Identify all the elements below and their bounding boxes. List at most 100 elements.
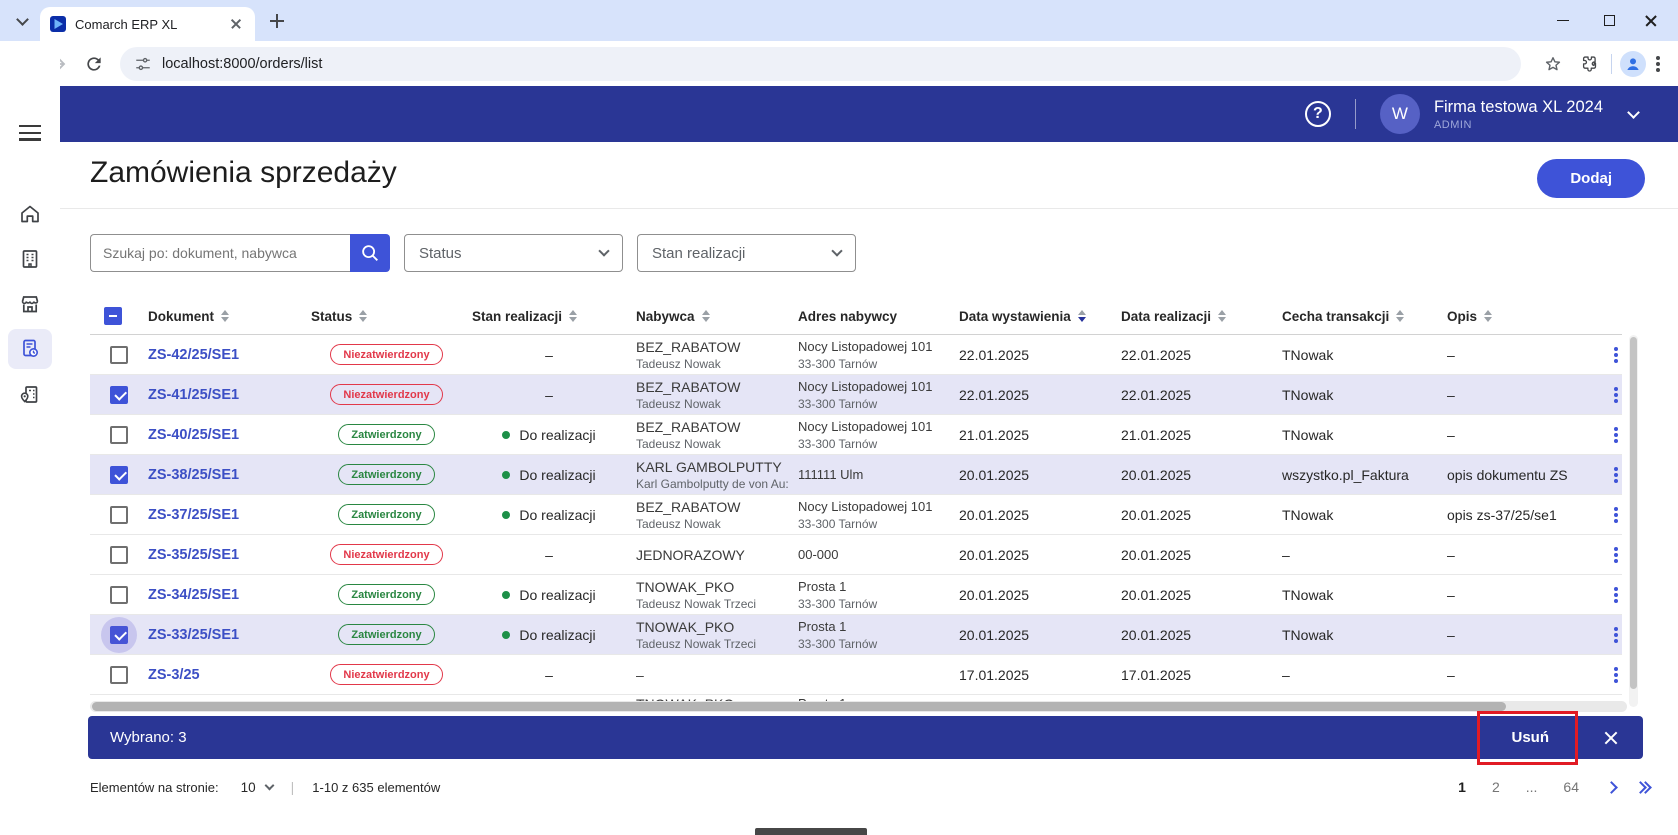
row-menu-kebab-icon[interactable]	[1614, 507, 1618, 523]
reload-icon[interactable]	[80, 50, 108, 78]
document-link[interactable]: ZS-38/25/SE1	[148, 467, 301, 483]
page-number[interactable]: ...	[1526, 779, 1538, 795]
row-checkbox[interactable]	[110, 466, 128, 484]
table-row[interactable]: ZS-42/25/SE1 Niezatwierdzony – BEZ_RABAT…	[90, 335, 1622, 375]
close-selection-icon[interactable]	[1601, 728, 1621, 748]
sidebar-item-orders-active[interactable]	[8, 329, 52, 369]
table-row[interactable]: ZS-41/25/SE1 Niezatwierdzony – BEZ_RABAT…	[90, 375, 1622, 415]
browser-tab[interactable]: Comarch ERP XL	[40, 7, 255, 41]
sidebar-item-warehouse[interactable]	[8, 374, 52, 414]
column-header[interactable]: Stan realizacji	[462, 309, 626, 324]
window-minimize-button[interactable]	[1540, 0, 1586, 41]
sort-icon[interactable]	[359, 310, 367, 323]
row-checkbox[interactable]	[110, 506, 128, 524]
row-menu-kebab-icon[interactable]	[1614, 587, 1618, 603]
tab-search-icon[interactable]	[10, 9, 34, 33]
sort-icon[interactable]	[1484, 310, 1492, 323]
sort-icon[interactable]	[702, 310, 710, 323]
table-row[interactable]: ZS-35/25/SE1 Niezatwierdzony – JEDNORAZO…	[90, 535, 1622, 575]
vertical-scrollbar[interactable]	[1629, 335, 1638, 707]
horizontal-scrollbar-thumb[interactable]	[92, 702, 1506, 711]
search-button[interactable]	[350, 234, 390, 272]
extensions-puzzle-icon[interactable]	[1575, 50, 1603, 78]
bookmark-star-icon[interactable]	[1539, 50, 1567, 78]
status-filter-select[interactable]: Status	[404, 234, 623, 272]
table-row[interactable]: ZS-38/25/SE1 Zatwierdzony Do realizacji …	[90, 455, 1622, 495]
window-close-button[interactable]	[1628, 0, 1674, 41]
row-checkbox[interactable]	[110, 386, 128, 404]
column-header[interactable]: Status	[301, 309, 462, 324]
horizontal-scrollbar[interactable]	[90, 701, 1627, 712]
row-menu-kebab-icon[interactable]	[1614, 467, 1618, 483]
browser-profile-avatar[interactable]	[1620, 51, 1646, 77]
transaction-trait: –	[1282, 667, 1437, 683]
sidebar-item-company[interactable]	[8, 239, 52, 279]
fulfillment-state: Do realizacji	[519, 507, 595, 523]
table-row[interactable]: ZS-33/25/SE1 Zatwierdzony Do realizacji …	[90, 615, 1622, 655]
row-checkbox[interactable]	[110, 666, 128, 684]
sort-icon[interactable]	[569, 310, 577, 323]
company-selector[interactable]: Firma testowa XL 2024 ADMIN	[1434, 98, 1603, 131]
chevron-down-icon[interactable]	[1627, 106, 1640, 119]
vertical-scrollbar-thumb[interactable]	[1630, 337, 1637, 689]
transaction-trait: wszystko.pl_Faktura	[1282, 467, 1437, 483]
per-page-select[interactable]: 10	[241, 780, 273, 795]
document-link[interactable]: ZS-34/25/SE1	[148, 587, 301, 603]
table-row[interactable]: ZS-40/25/SE1 Zatwierdzony Do realizacji …	[90, 415, 1622, 455]
column-header[interactable]: Cecha transakcji	[1272, 309, 1437, 324]
sort-icon[interactable]	[1218, 310, 1226, 323]
column-header[interactable]: Data wystawienia	[949, 309, 1111, 324]
table-row[interactable]: ZS-3/25 Niezatwierdzony – – 17.01.2025 1…	[90, 655, 1622, 695]
row-menu-kebab-icon[interactable]	[1614, 347, 1618, 363]
user-avatar[interactable]: W	[1380, 94, 1420, 134]
row-checkbox[interactable]	[110, 626, 128, 644]
sidebar-item-store[interactable]	[8, 284, 52, 324]
next-page-icon[interactable]	[1607, 783, 1616, 792]
column-header[interactable]: Opis	[1437, 309, 1576, 324]
sidebar-item-home[interactable]	[8, 194, 52, 234]
document-link[interactable]: ZS-33/25/SE1	[148, 627, 301, 643]
url-bar[interactable]: localhost:8000/orders/list	[120, 47, 1521, 81]
site-settings-icon[interactable]	[134, 55, 152, 73]
browser-menu-kebab-icon[interactable]	[1656, 56, 1660, 72]
new-tab-button[interactable]	[268, 12, 286, 30]
document-link[interactable]: ZS-37/25/SE1	[148, 507, 301, 523]
row-checkbox[interactable]	[110, 546, 128, 564]
document-link[interactable]: ZS-40/25/SE1	[148, 427, 301, 443]
hamburger-menu-icon[interactable]	[8, 113, 52, 153]
document-link[interactable]: ZS-35/25/SE1	[148, 547, 301, 563]
sort-icon[interactable]	[1396, 310, 1404, 323]
column-header[interactable]: Dokument	[138, 309, 301, 324]
tab-close-icon[interactable]	[227, 15, 245, 33]
search-input[interactable]	[90, 234, 350, 272]
document-link[interactable]: ZS-42/25/SE1	[148, 347, 301, 363]
document-link[interactable]: ZS-41/25/SE1	[148, 387, 301, 403]
row-checkbox[interactable]	[110, 586, 128, 604]
sort-icon[interactable]	[221, 310, 229, 323]
row-menu-kebab-icon[interactable]	[1614, 627, 1618, 643]
stan-filter-select[interactable]: Stan realizacji	[637, 234, 856, 272]
last-page-icon[interactable]	[1636, 783, 1650, 792]
row-checkbox[interactable]	[110, 346, 128, 364]
table-row[interactable]: ZS-34/25/SE1 Zatwierdzony Do realizacji …	[90, 575, 1622, 615]
help-icon[interactable]: ?	[1305, 101, 1331, 127]
url-text: localhost:8000/orders/list	[162, 56, 322, 72]
row-checkbox[interactable]	[110, 426, 128, 444]
table-row[interactable]: ZS-37/25/SE1 Zatwierdzony Do realizacji …	[90, 495, 1622, 535]
row-menu-kebab-icon[interactable]	[1614, 547, 1618, 563]
column-header[interactable]: Nabywca	[626, 309, 788, 324]
window-maximize-button[interactable]	[1586, 0, 1632, 41]
row-menu-kebab-icon[interactable]	[1614, 427, 1618, 443]
document-link[interactable]: ZS-3/25	[148, 667, 301, 683]
row-menu-kebab-icon[interactable]	[1614, 667, 1618, 683]
column-header[interactable]: Adres nabywcy	[788, 309, 949, 324]
chevron-down-icon	[264, 780, 274, 790]
page-number[interactable]: 64	[1563, 779, 1579, 795]
per-page-value: 10	[241, 780, 256, 795]
select-all-checkbox[interactable]	[104, 307, 122, 325]
sort-icon[interactable]	[1078, 310, 1086, 323]
add-button[interactable]: Dodaj	[1537, 159, 1645, 198]
column-header[interactable]: Data realizacji	[1111, 309, 1272, 324]
page-number[interactable]: 2	[1492, 779, 1500, 795]
row-menu-kebab-icon[interactable]	[1614, 387, 1618, 403]
